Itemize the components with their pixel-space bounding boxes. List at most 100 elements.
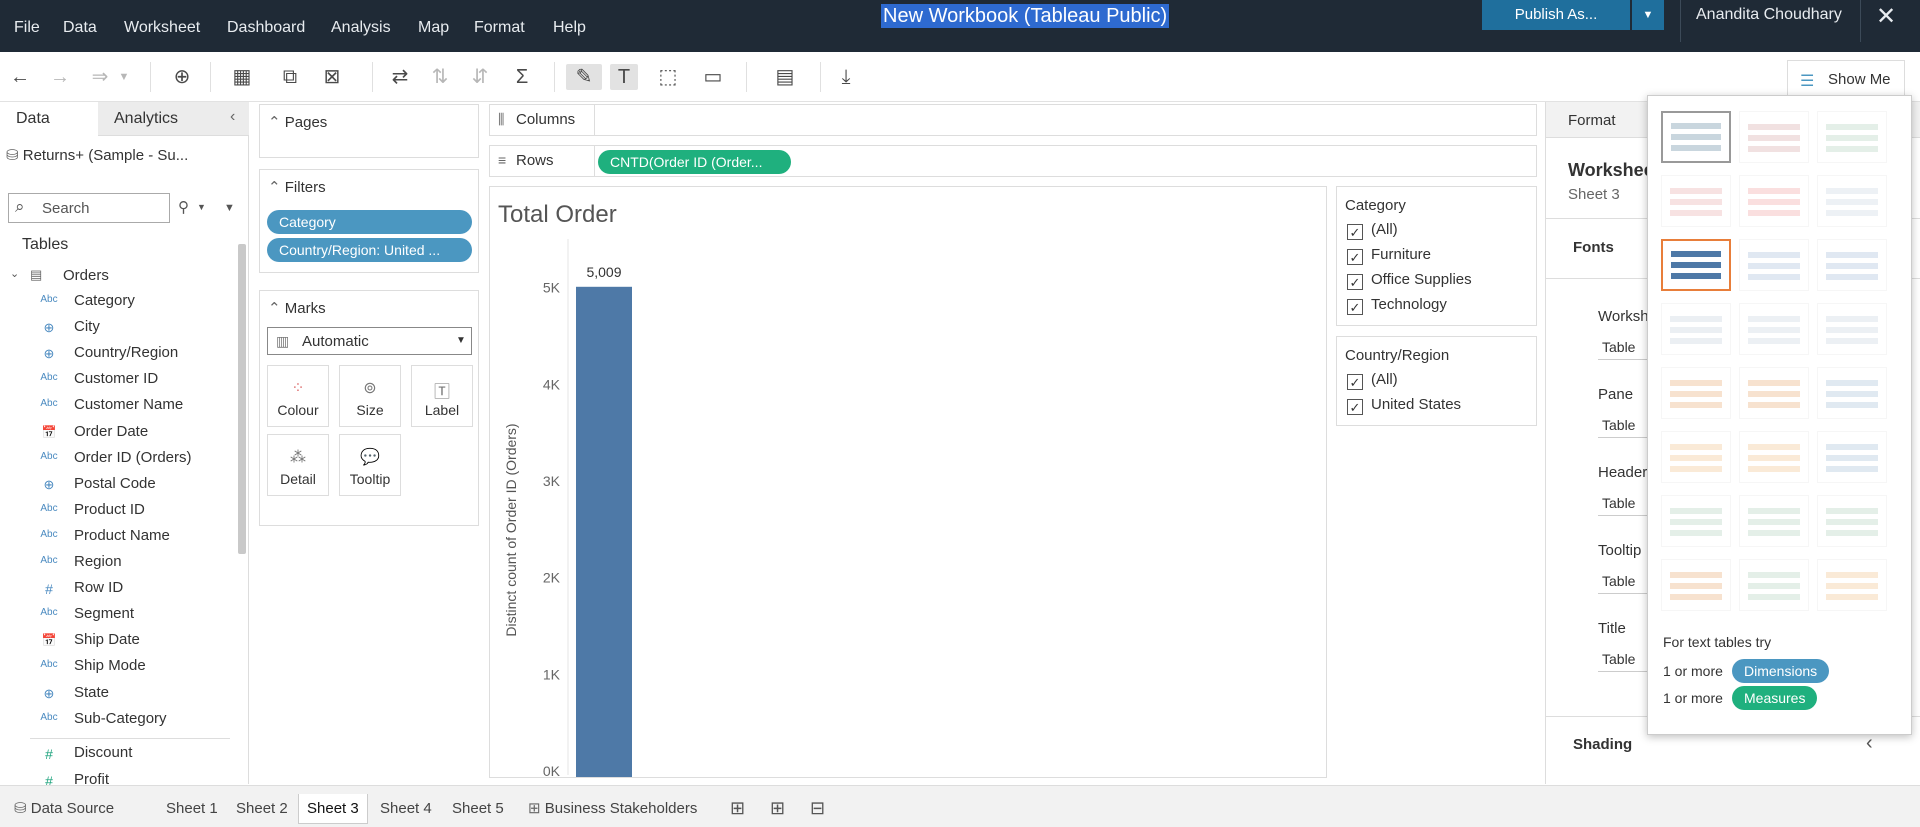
- table-orders[interactable]: ⌄ ▤ Orders: [10, 265, 210, 287]
- columns-shelf[interactable]: ⫼ Columns: [489, 104, 1537, 136]
- presentation-mode-icon[interactable]: ▤: [764, 64, 806, 90]
- pie-chart-chart-option[interactable]: [1817, 175, 1887, 227]
- scrollbar[interactable]: [238, 244, 246, 554]
- side-by-side-circles-chart-option[interactable]: [1817, 303, 1887, 355]
- menu-dashboard[interactable]: Dashboard: [227, 19, 305, 37]
- filter-checkbox-item[interactable]: ✓ Office Supplies: [1347, 271, 1472, 290]
- search-input[interactable]: ⌕ Search: [8, 193, 170, 223]
- tab-business-stakeholders[interactable]: ⊞ Business Stakeholders: [520, 794, 705, 824]
- bar[interactable]: [576, 286, 632, 777]
- filled-map-chart-option[interactable]: [1739, 175, 1809, 227]
- collapse-icon[interactable]: ‹: [230, 108, 235, 126]
- menu-file[interactable]: File: [14, 19, 40, 37]
- filter-checkbox-item[interactable]: ✓ (All): [1347, 371, 1398, 390]
- menu-help[interactable]: Help: [553, 19, 586, 37]
- tab-sheet-1[interactable]: Sheet 1: [158, 794, 226, 824]
- colour-button[interactable]: ⁘ Colour: [267, 365, 329, 427]
- highlight-icon[interactable]: ✎: [566, 64, 602, 90]
- filter-checkbox-item[interactable]: ✓ (All): [1347, 221, 1398, 240]
- sort-descending-icon[interactable]: ⇵: [466, 64, 494, 90]
- swap-rows-columns-icon[interactable]: ⇄: [386, 64, 414, 90]
- field-item[interactable]: Abc Ship Mode: [0, 653, 235, 679]
- close-icon[interactable]: ✕: [1876, 2, 1896, 31]
- sort-ascending-icon[interactable]: ⇅: [426, 64, 454, 90]
- filter-pill-country[interactable]: Country/Region: United ...: [267, 238, 472, 262]
- format-workbook-icon[interactable]: ⬚: [654, 64, 682, 90]
- checkbox-icon[interactable]: ✓: [1347, 224, 1363, 240]
- field-item[interactable]: ⊕ Postal Code: [0, 471, 235, 497]
- menu-map[interactable]: Map: [418, 19, 449, 37]
- field-item[interactable]: Abc Customer Name: [0, 392, 235, 418]
- checkbox-icon[interactable]: ✓: [1347, 374, 1363, 390]
- field-item[interactable]: Abc Sub-Category: [0, 706, 235, 732]
- clear-sheet-icon[interactable]: ⊠: [318, 64, 346, 90]
- area-continuous-chart-option[interactable]: [1661, 431, 1731, 483]
- checkbox-icon[interactable]: ✓: [1347, 249, 1363, 265]
- chevron-down-icon[interactable]: ▼: [197, 202, 206, 212]
- redo-icon[interactable]: →: [46, 64, 74, 90]
- new-worksheet-icon[interactable]: ▦: [228, 64, 256, 90]
- field-item[interactable]: ⊕ Country/Region: [0, 340, 235, 366]
- chevron-left-icon[interactable]: ‹: [1866, 732, 1873, 755]
- new-worksheet-icon[interactable]: ⊞: [730, 798, 745, 819]
- publish-dropdown-button[interactable]: ▼: [1632, 0, 1664, 30]
- histogram-chart-option[interactable]: [1739, 495, 1809, 547]
- size-button[interactable]: ⊚ Size: [339, 365, 401, 427]
- tab-sheet-4[interactable]: Sheet 4: [372, 794, 440, 824]
- filter-checkbox-item[interactable]: ✓ Furniture: [1347, 246, 1431, 265]
- packed-bubbles-chart-option[interactable]: [1817, 559, 1887, 611]
- box-whisker-chart-option[interactable]: [1817, 495, 1887, 547]
- new-data-source-icon[interactable]: ⊕: [168, 64, 196, 90]
- filter-checkbox-item[interactable]: ✓ Technology: [1347, 296, 1447, 315]
- checkbox-icon[interactable]: ✓: [1347, 299, 1363, 315]
- text-table-chart-option[interactable]: [1661, 111, 1731, 163]
- fit-width-icon[interactable]: ▭: [694, 64, 732, 90]
- totals-icon[interactable]: Σ: [508, 64, 536, 90]
- menu-worksheet[interactable]: Worksheet: [124, 19, 200, 37]
- download-icon[interactable]: ⤓: [832, 64, 860, 90]
- replay-icon[interactable]: ⇒: [86, 64, 114, 90]
- show-mark-labels-icon[interactable]: T: [610, 64, 638, 90]
- field-item[interactable]: ⊕ City: [0, 314, 235, 340]
- tab-sheet-5[interactable]: Sheet 5: [444, 794, 512, 824]
- filter-pill-category[interactable]: Category: [267, 210, 472, 234]
- pages-shelf[interactable]: ⌃ Pages: [259, 104, 479, 158]
- user-name[interactable]: Anandita Choudhary: [1696, 6, 1842, 24]
- label-button[interactable]: 🅃 Label: [411, 365, 473, 427]
- filters-shelf[interactable]: ⌃ Filters Category Country/Region: Unite…: [259, 169, 479, 273]
- rows-shelf[interactable]: ≡ Rows CNTD(Order ID (Order...: [489, 145, 1537, 177]
- tab-data-source[interactable]: ⛁ Data Source: [6, 794, 122, 824]
- checkbox-icon[interactable]: ✓: [1347, 399, 1363, 415]
- filter-checkbox-item[interactable]: ✓ United States: [1347, 396, 1461, 415]
- gantt-chart-chart-option[interactable]: [1661, 559, 1731, 611]
- side-by-side-bars-chart-option[interactable]: [1817, 239, 1887, 291]
- menu-format[interactable]: Format: [474, 19, 525, 37]
- tooltip-button[interactable]: 💬 Tooltip: [339, 434, 401, 496]
- tab-sheet-2[interactable]: Sheet 2: [228, 794, 296, 824]
- field-item[interactable]: Abc Customer ID: [0, 366, 235, 392]
- symbol-map-chart-option[interactable]: [1661, 175, 1731, 227]
- tab-data[interactable]: Data: [0, 102, 98, 136]
- bullet-graph-chart-option[interactable]: [1739, 559, 1809, 611]
- scatter-plot-chart-option[interactable]: [1661, 495, 1731, 547]
- new-story-icon[interactable]: ⊟: [810, 798, 825, 819]
- heat-map-chart-option[interactable]: [1739, 111, 1809, 163]
- circle-views-chart-option[interactable]: [1739, 303, 1809, 355]
- field-item[interactable]: Abc Segment: [0, 601, 235, 627]
- horizontal-bars-chart-option[interactable]: [1661, 239, 1731, 291]
- field-item[interactable]: # Row ID: [0, 575, 235, 601]
- new-dashboard-icon[interactable]: ⊞: [770, 798, 785, 819]
- field-item[interactable]: Abc Product Name: [0, 523, 235, 549]
- treemap-chart-option[interactable]: [1661, 303, 1731, 355]
- tab-sheet-3[interactable]: Sheet 3: [298, 794, 368, 824]
- chevron-down-icon[interactable]: ▼: [116, 64, 132, 90]
- show-me-button[interactable]: ☰ Show Me: [1787, 60, 1905, 98]
- continuous-lines-chart-option[interactable]: [1661, 367, 1731, 419]
- field-item[interactable]: ⊕ State: [0, 680, 235, 706]
- shading-section[interactable]: Shading: [1573, 736, 1632, 753]
- menu-data[interactable]: Data: [63, 19, 97, 37]
- tab-analytics[interactable]: Analytics ‹: [98, 102, 249, 136]
- field-item[interactable]: # Discount: [0, 740, 235, 766]
- publish-as-button[interactable]: Publish As...: [1482, 0, 1630, 30]
- detail-button[interactable]: ⁂ Detail: [267, 434, 329, 496]
